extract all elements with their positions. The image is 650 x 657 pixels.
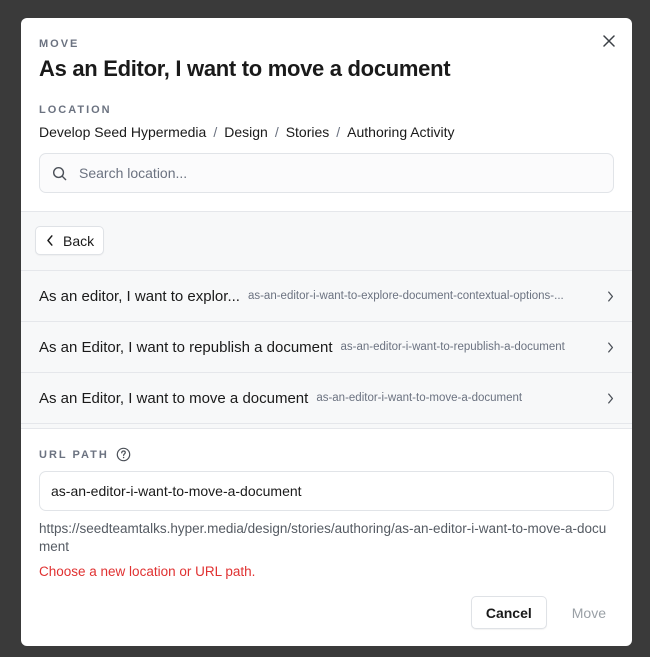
list-item-title: As an editor, I want to explor... — [39, 287, 240, 305]
url-path-input[interactable] — [39, 471, 614, 511]
list-item[interactable]: As an Editor, I want to move a document … — [21, 372, 632, 423]
breadcrumb: Develop Seed Hypermedia / Design / Stori… — [39, 124, 614, 140]
move-button[interactable]: Move — [560, 596, 618, 629]
url-path-label: URL PATH — [39, 448, 109, 461]
breadcrumb-item[interactable]: Stories — [286, 124, 330, 140]
dialog-footer: Cancel Move — [470, 596, 618, 629]
breadcrumb-item[interactable]: Develop Seed Hypermedia — [39, 124, 206, 140]
search-input[interactable] — [79, 165, 601, 181]
chevron-right-icon[interactable] — [607, 341, 614, 353]
list-item-title: As an Editor, I want to move a document — [39, 389, 309, 407]
list-item-slug: as-an-editor-i-want-to-explore-document-… — [247, 290, 564, 302]
move-dialog: MOVE As an Editor, I want to move a docu… — [21, 18, 632, 646]
search-icon — [52, 166, 67, 180]
breadcrumb-separator: / — [336, 124, 341, 140]
full-url-preview: https://seedteamtalks.hyper.media/design… — [39, 521, 607, 554]
error-message: Choose a new location or URL path. — [39, 564, 256, 579]
chevron-right-icon[interactable] — [607, 290, 614, 302]
breadcrumb-separator: / — [213, 124, 218, 140]
list-item[interactable]: As an editor, I want to explor... as-an-… — [21, 270, 632, 321]
cancel-button[interactable]: Cancel — [470, 596, 547, 629]
breadcrumb-item[interactable]: Authoring Activity — [347, 124, 454, 140]
chevron-right-icon[interactable] — [607, 392, 614, 404]
chevron-left-icon — [47, 235, 53, 246]
close-icon — [603, 35, 615, 47]
search-box[interactable] — [39, 153, 614, 193]
list-item[interactable]: As an Editor, I want to republish a docu… — [21, 321, 632, 372]
close-button[interactable] — [600, 32, 618, 50]
help-icon[interactable] — [116, 447, 131, 462]
dialog-title: As an Editor, I want to move a document — [39, 56, 451, 81]
list-item-slug: as-an-editor-i-want-to-move-a-document — [316, 392, 523, 404]
list-item-title: As an Editor, I want to republish a docu… — [39, 338, 333, 356]
dialog-eyebrow: MOVE — [39, 38, 80, 50]
breadcrumb-separator: / — [274, 124, 279, 140]
back-label: Back — [63, 232, 95, 249]
dialog-header: MOVE As an Editor, I want to move a docu… — [21, 18, 632, 193]
location-list: Back As an editor, I want to explor... a… — [21, 211, 632, 428]
url-path-section: URL PATH https://seedteamtalks.hyper.med… — [21, 428, 632, 579]
location-label: LOCATION — [39, 104, 112, 116]
back-row: Back — [21, 212, 632, 270]
back-button[interactable]: Back — [35, 226, 105, 255]
breadcrumb-item[interactable]: Design — [224, 124, 268, 140]
list-item-slug: as-an-editor-i-want-to-republish-a-docum… — [340, 341, 565, 353]
url-path-label-row: URL PATH — [39, 447, 614, 462]
